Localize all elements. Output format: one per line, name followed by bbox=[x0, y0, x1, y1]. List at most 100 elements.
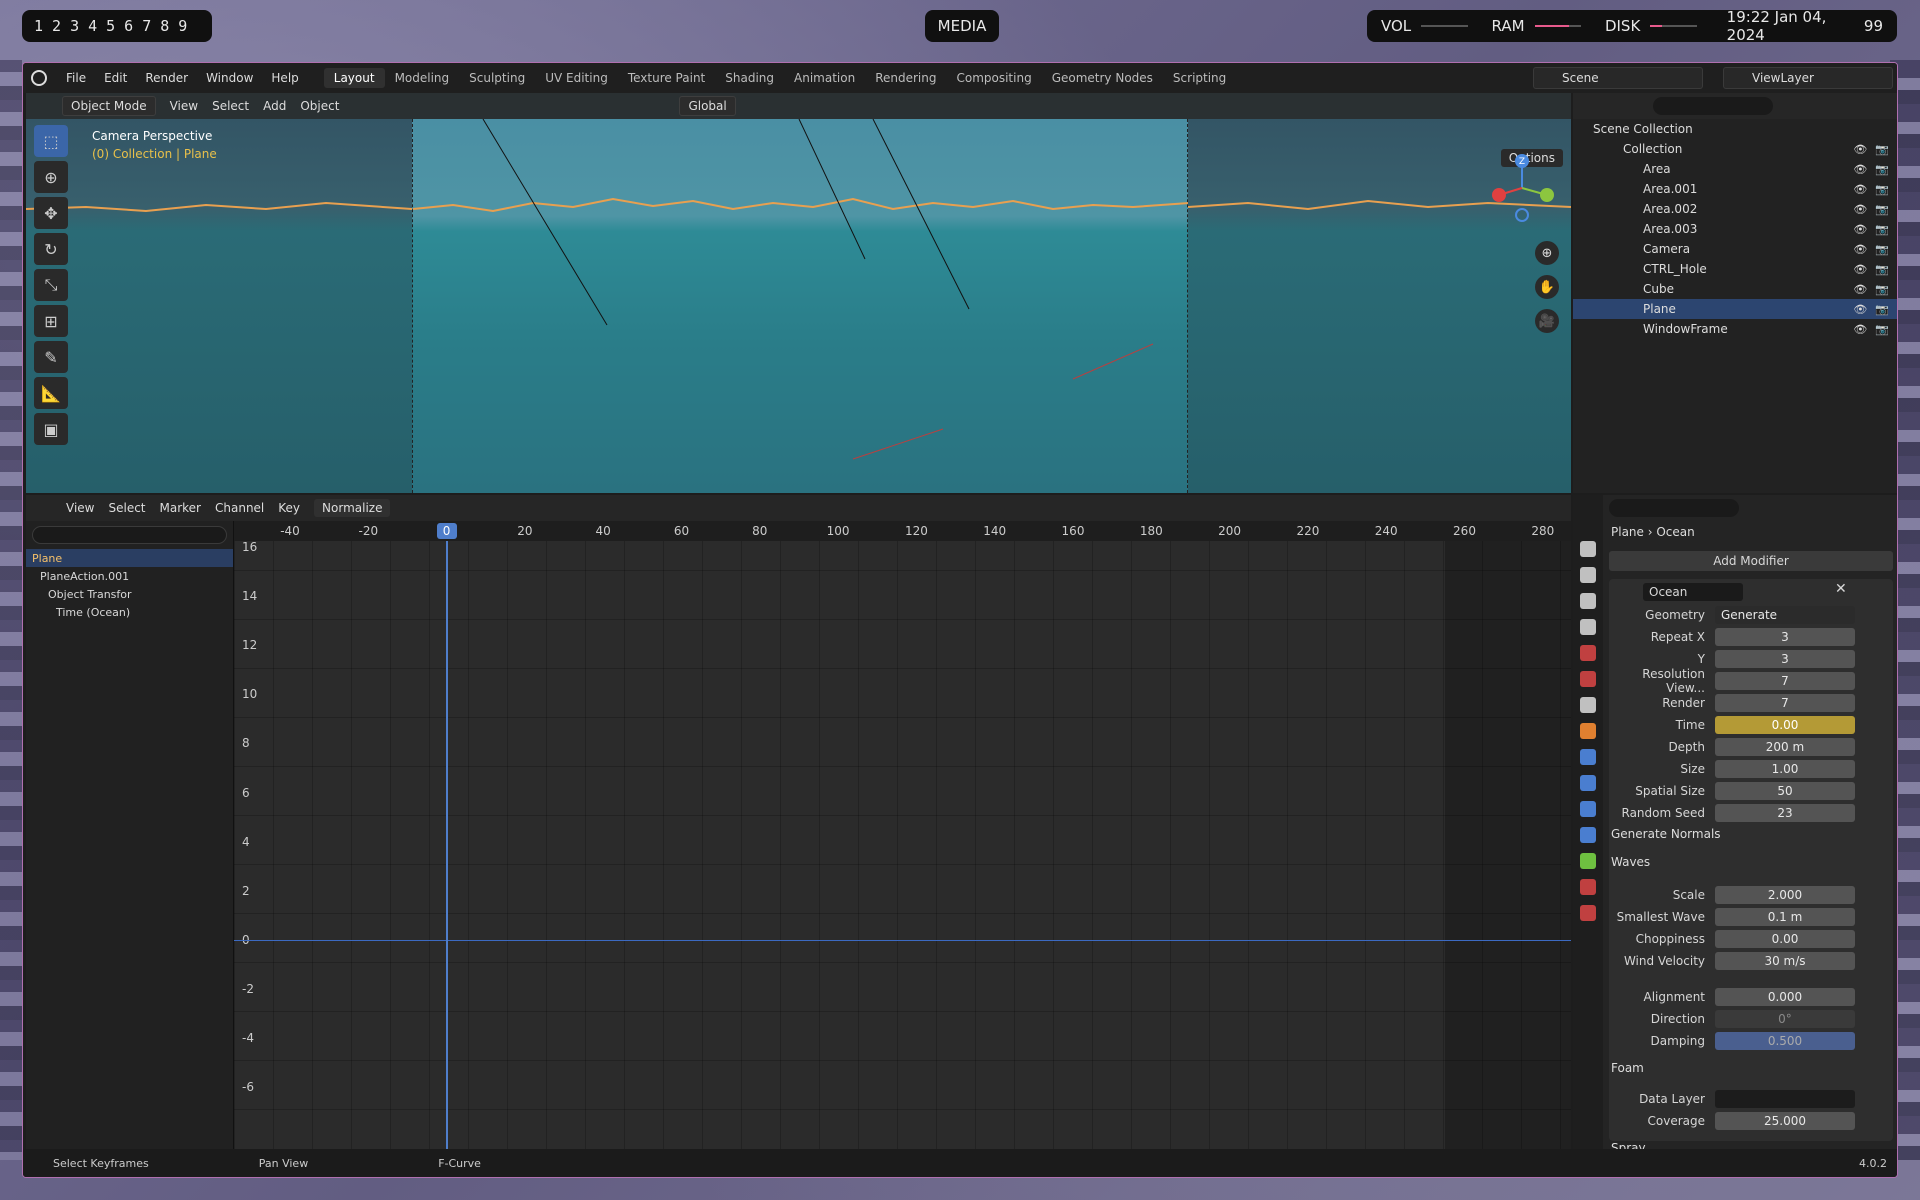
workspace-8[interactable]: 8 bbox=[160, 17, 169, 35]
object-mode-dropdown[interactable]: Object Mode bbox=[62, 96, 156, 116]
workspace-5[interactable]: 5 bbox=[106, 17, 115, 35]
property-field[interactable]: 0.000 bbox=[1715, 988, 1855, 1006]
transform-tool-icon[interactable]: ⊞ bbox=[34, 305, 68, 337]
rotate-tool-icon[interactable]: ↻ bbox=[34, 233, 68, 265]
camera-render-icon[interactable]: 📷 bbox=[1875, 263, 1889, 276]
normalize-toggle[interactable]: Normalize bbox=[314, 499, 391, 517]
select-box-tool-icon[interactable]: ⬚ bbox=[34, 125, 68, 157]
current-frame-indicator[interactable]: 0 bbox=[436, 523, 457, 539]
tab-texture-paint[interactable]: Texture Paint bbox=[618, 68, 715, 88]
channel-row[interactable]: Time (Ocean) bbox=[26, 603, 233, 621]
playhead-line[interactable] bbox=[445, 541, 448, 1149]
eye-icon[interactable]: 👁 bbox=[1853, 263, 1867, 276]
eye-icon[interactable]: 👁 bbox=[1853, 323, 1867, 336]
scene-selector[interactable]: Scene bbox=[1533, 67, 1703, 89]
view-layer-tab-icon[interactable] bbox=[1580, 619, 1596, 635]
property-field[interactable]: 0.00 bbox=[1715, 930, 1855, 948]
camera-render-icon[interactable]: 📷 bbox=[1875, 163, 1889, 176]
physics-tab-icon[interactable] bbox=[1580, 801, 1596, 817]
tab-uv-editing[interactable]: UV Editing bbox=[535, 68, 618, 88]
graph-plot-area[interactable]: -40 -20 0 20 40 60 80 100 120 140 160 180 200 220 240 2… bbox=[234, 521, 1571, 1149]
scene-tab-icon[interactable] bbox=[1580, 645, 1596, 661]
modifier-tab-icon[interactable] bbox=[1580, 749, 1596, 765]
generate-normals-checkbox[interactable]: Generate Normals bbox=[1611, 827, 1721, 841]
media-widget[interactable]: MEDIA bbox=[925, 10, 999, 42]
output-tab-icon[interactable] bbox=[1580, 593, 1596, 609]
outliner-item[interactable]: Plane 👁 📷 bbox=[1573, 299, 1897, 319]
collection-tab-icon[interactable] bbox=[1580, 697, 1596, 713]
property-field[interactable]: 7 bbox=[1715, 672, 1855, 690]
constraints-tab-icon[interactable] bbox=[1580, 827, 1596, 843]
eye-icon[interactable]: 👁 bbox=[1853, 143, 1867, 156]
frame-ruler[interactable]: -40 -20 0 20 40 60 80 100 120 140 160 180 200 220 240 2… bbox=[234, 521, 1571, 541]
tool-tab-icon[interactable] bbox=[1580, 541, 1596, 557]
property-field[interactable] bbox=[1715, 1090, 1855, 1108]
tab-animation[interactable]: Animation bbox=[784, 68, 865, 88]
viewlayer-selector[interactable]: ViewLayer bbox=[1723, 67, 1893, 89]
channel-row[interactable]: PlaneAction.001 bbox=[26, 567, 233, 585]
eye-icon[interactable]: 👁 bbox=[1853, 183, 1867, 196]
property-field[interactable]: 1.00 bbox=[1715, 760, 1855, 778]
eye-icon[interactable]: 👁 bbox=[1853, 243, 1867, 256]
outliner-collection[interactable]: Collection 👁 📷 bbox=[1573, 139, 1897, 159]
texture-tab-icon[interactable] bbox=[1580, 905, 1596, 921]
particles-tab-icon[interactable] bbox=[1580, 775, 1596, 791]
tab-sculpting[interactable]: Sculpting bbox=[459, 68, 535, 88]
outliner-item[interactable]: Cube 👁 📷 bbox=[1573, 279, 1897, 299]
menu-help[interactable]: Help bbox=[262, 71, 307, 85]
workspace-2[interactable]: 2 bbox=[52, 17, 61, 35]
workspace-3[interactable]: 3 bbox=[70, 17, 79, 35]
camera-render-icon[interactable]: 📷 bbox=[1875, 243, 1889, 256]
outliner-item[interactable]: Camera 👁 📷 bbox=[1573, 239, 1897, 259]
data-tab-icon[interactable] bbox=[1580, 853, 1596, 869]
pan-hand-icon[interactable]: ✋ bbox=[1535, 275, 1559, 299]
measure-tool-icon[interactable]: 📐 bbox=[34, 377, 68, 409]
world-tab-icon[interactable] bbox=[1580, 671, 1596, 687]
scale-tool-icon[interactable]: ⤡ bbox=[34, 269, 68, 301]
eye-icon[interactable]: 👁 bbox=[1853, 303, 1867, 316]
outliner-search-input[interactable] bbox=[1653, 97, 1773, 115]
property-field[interactable]: 2.000 bbox=[1715, 886, 1855, 904]
waves-section-header[interactable]: Waves bbox=[1611, 855, 1650, 869]
workspace-6[interactable]: 6 bbox=[124, 17, 133, 35]
outliner-item[interactable]: Area.003 👁 📷 bbox=[1573, 219, 1897, 239]
zoom-icon[interactable]: ⊕ bbox=[1535, 241, 1559, 265]
blender-logo-icon[interactable] bbox=[31, 70, 47, 86]
ge-menu-channel[interactable]: Channel bbox=[215, 501, 264, 515]
add-cube-tool-icon[interactable]: ▣ bbox=[34, 413, 68, 445]
property-field[interactable]: 23 bbox=[1715, 804, 1855, 822]
property-field[interactable]: 0° bbox=[1715, 1010, 1855, 1028]
property-field[interactable]: 30 m/s bbox=[1715, 952, 1855, 970]
property-field[interactable]: 200 m bbox=[1715, 738, 1855, 756]
foam-section-header[interactable]: Foam bbox=[1611, 1061, 1644, 1075]
tab-geometry-nodes[interactable]: Geometry Nodes bbox=[1042, 68, 1163, 88]
geometry-dropdown[interactable]: Generate bbox=[1715, 606, 1855, 624]
property-field[interactable]: 3 bbox=[1715, 650, 1855, 668]
viewport-menu-select[interactable]: Select bbox=[212, 99, 249, 113]
camera-render-icon[interactable]: 📷 bbox=[1875, 203, 1889, 216]
remove-modifier-close-icon[interactable]: ✕ bbox=[1835, 581, 1847, 597]
camera-render-icon[interactable]: 📷 bbox=[1875, 223, 1889, 236]
tab-compositing[interactable]: Compositing bbox=[946, 68, 1041, 88]
tab-shading[interactable]: Shading bbox=[715, 68, 784, 88]
menu-window[interactable]: Window bbox=[197, 71, 262, 85]
ge-menu-key[interactable]: Key bbox=[278, 501, 300, 515]
annotate-tool-icon[interactable]: ✎ bbox=[34, 341, 68, 373]
material-tab-icon[interactable] bbox=[1580, 879, 1596, 895]
camera-render-icon[interactable]: 📷 bbox=[1875, 283, 1889, 296]
channel-search-input[interactable] bbox=[32, 526, 227, 544]
eye-icon[interactable]: 👁 bbox=[1853, 163, 1867, 176]
camera-render-icon[interactable]: 📷 bbox=[1875, 323, 1889, 336]
cursor-tool-icon[interactable]: ⊕ bbox=[34, 161, 68, 193]
ge-menu-view[interactable]: View bbox=[66, 501, 94, 515]
property-field[interactable]: 50 bbox=[1715, 782, 1855, 800]
menu-render[interactable]: Render bbox=[136, 71, 197, 85]
transform-orientation-dropdown[interactable]: Global bbox=[679, 96, 736, 116]
object-tab-icon[interactable] bbox=[1580, 723, 1596, 739]
move-tool-icon[interactable]: ✥ bbox=[34, 197, 68, 229]
eye-icon[interactable]: 👁 bbox=[1853, 283, 1867, 296]
viewport-menu-object[interactable]: Object bbox=[300, 99, 339, 113]
camera-view-icon[interactable]: 🎥 bbox=[1535, 309, 1559, 333]
workspace-1[interactable]: 1 bbox=[34, 17, 43, 35]
3d-viewport[interactable]: Object Mode View Select Add Object Globa… bbox=[26, 93, 1571, 493]
